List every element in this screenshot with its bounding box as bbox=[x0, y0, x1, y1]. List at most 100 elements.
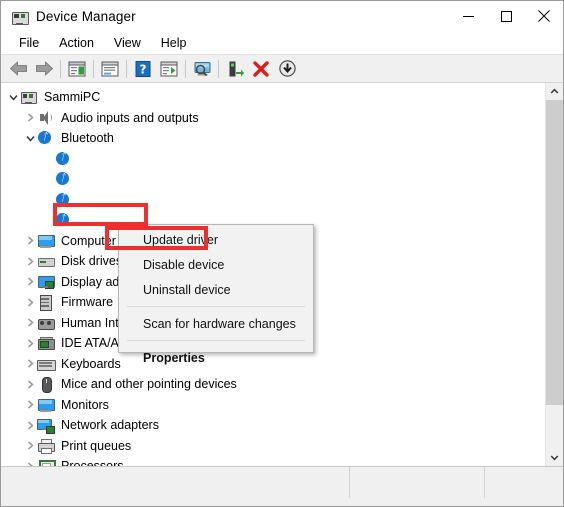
toolbar-separator bbox=[126, 59, 127, 78]
context-menu-item-scan-for-hardware-changes[interactable]: Scan for hardware changes bbox=[119, 311, 313, 336]
context-menu-separator bbox=[127, 340, 305, 341]
properties-button[interactable] bbox=[97, 57, 123, 81]
tree-item-bluetooth-device[interactable]: ᛏ bbox=[1, 149, 546, 170]
toolbar-separator bbox=[218, 59, 219, 78]
context-menu-item-disable-device[interactable]: Disable device bbox=[119, 252, 313, 277]
status-bar-message bbox=[1, 467, 350, 498]
bluetooth-icon: ᛏ bbox=[55, 171, 72, 187]
update-driver-button[interactable] bbox=[222, 57, 248, 81]
menu-bar: File Action View Help bbox=[1, 31, 563, 54]
scroll-up-button[interactable] bbox=[546, 83, 563, 100]
monitor-icon bbox=[37, 397, 55, 413]
toolbar-separator bbox=[60, 59, 61, 78]
scrollbar-track[interactable] bbox=[546, 100, 563, 449]
menu-view[interactable]: View bbox=[105, 34, 150, 52]
menu-help[interactable]: Help bbox=[152, 34, 196, 52]
chevron-right-icon[interactable] bbox=[24, 421, 37, 430]
title-bar: Device Manager bbox=[1, 1, 563, 31]
chevron-right-icon[interactable] bbox=[24, 441, 37, 450]
minimize-button[interactable] bbox=[449, 1, 487, 31]
back-button[interactable] bbox=[5, 57, 31, 81]
chevron-right-icon[interactable] bbox=[24, 257, 37, 266]
chevron-right-icon[interactable] bbox=[24, 318, 37, 327]
tree-item-label: SammiPC bbox=[44, 90, 101, 105]
tree-item-label: Network adapters bbox=[61, 418, 159, 433]
tree-item-bluetooth-device[interactable]: ᛏ bbox=[1, 169, 546, 190]
chevron-right-icon[interactable] bbox=[24, 236, 37, 245]
scroll-down-button[interactable] bbox=[546, 449, 563, 466]
scan-for-hardware-changes-button[interactable] bbox=[189, 57, 215, 81]
status-bar bbox=[1, 466, 563, 498]
speaker-icon bbox=[37, 110, 54, 126]
svg-text:?: ? bbox=[140, 62, 147, 76]
chevron-down-icon[interactable] bbox=[24, 134, 37, 143]
bluetooth-icon: ᛏ bbox=[55, 212, 72, 228]
bluetooth-icon: ᛏ bbox=[55, 151, 72, 167]
tree-item-label: Print queues bbox=[61, 438, 132, 453]
device-manager-window: Device Manager File Action View Help ? S… bbox=[0, 0, 564, 507]
vertical-scrollbar[interactable] bbox=[545, 83, 563, 466]
tree-item-label: Bluetooth bbox=[61, 131, 114, 146]
tree-item-print-queues[interactable]: Print queues bbox=[1, 436, 546, 457]
chevron-right-icon[interactable] bbox=[24, 400, 37, 409]
show-hide-action-pane-button[interactable] bbox=[156, 57, 182, 81]
tree-item-label: Computer bbox=[61, 233, 116, 248]
scrollbar-thumb[interactable] bbox=[546, 100, 563, 405]
tree-item-audio-inputs-and-outputs[interactable]: Audio inputs and outputs bbox=[1, 108, 546, 129]
status-bar-section-3 bbox=[485, 467, 563, 498]
forward-button[interactable] bbox=[31, 57, 57, 81]
show-hide-console-tree-button[interactable] bbox=[64, 57, 90, 81]
disk-icon bbox=[37, 253, 55, 269]
tree-item-bluetooth-device[interactable]: ᛏ bbox=[1, 190, 546, 211]
hid-icon bbox=[37, 315, 55, 331]
help-button[interactable]: ? bbox=[130, 57, 156, 81]
tree-item-bluetooth[interactable]: ᛏ Bluetooth bbox=[1, 128, 546, 149]
tree-item-sammipc[interactable]: SammiPC bbox=[1, 87, 546, 108]
monitor-icon bbox=[37, 233, 55, 249]
menu-file[interactable]: File bbox=[10, 34, 48, 52]
tree-item-label: Audio inputs and outputs bbox=[61, 110, 199, 125]
context-menu-item-properties[interactable]: Properties bbox=[119, 345, 313, 370]
close-button[interactable] bbox=[525, 1, 563, 31]
toolbar-separator bbox=[185, 59, 186, 78]
chevron-down-icon[interactable] bbox=[7, 93, 20, 102]
printer-icon bbox=[37, 438, 55, 454]
chevron-right-icon[interactable] bbox=[24, 462, 37, 466]
tree-item-monitors[interactable]: Monitors bbox=[1, 395, 546, 416]
computer-icon bbox=[11, 8, 29, 25]
bluetooth-icon: ᛏ bbox=[37, 130, 54, 146]
maximize-button[interactable] bbox=[487, 1, 525, 31]
tree-item-network-adapters[interactable]: Network adapters bbox=[1, 415, 546, 436]
display-adapter-icon bbox=[37, 274, 55, 290]
chevron-right-icon[interactable] bbox=[24, 298, 37, 307]
bluetooth-icon: ᛏ bbox=[55, 192, 72, 208]
chevron-right-icon[interactable] bbox=[24, 359, 37, 368]
context-menu-item-update-driver[interactable]: Update driver bbox=[119, 227, 313, 252]
window-controls bbox=[449, 1, 563, 31]
ide-controller-icon bbox=[37, 335, 55, 351]
context-menu-item-uninstall-device[interactable]: Uninstall device bbox=[119, 277, 313, 302]
chevron-right-icon[interactable] bbox=[24, 380, 37, 389]
tree-item-label: Firmware bbox=[61, 295, 114, 310]
tree-item-label: Monitors bbox=[61, 397, 109, 412]
tree-item-label: Mice and other pointing devices bbox=[61, 377, 237, 392]
context-menu-separator bbox=[127, 306, 305, 307]
window-title: Device Manager bbox=[36, 8, 136, 24]
status-bar-section-2 bbox=[350, 467, 485, 498]
chevron-right-icon[interactable] bbox=[24, 339, 37, 348]
processor-icon bbox=[37, 458, 56, 466]
disable-device-button[interactable] bbox=[274, 57, 300, 81]
uninstall-device-button[interactable] bbox=[248, 57, 274, 81]
tree-item-mice-and-other-pointing-devices[interactable]: Mice and other pointing devices bbox=[1, 374, 546, 395]
tree-item-label: Processors bbox=[59, 459, 126, 466]
mouse-icon bbox=[37, 376, 54, 394]
chevron-right-icon[interactable] bbox=[24, 113, 37, 122]
firmware-icon bbox=[37, 294, 54, 312]
keyboard-icon bbox=[37, 356, 56, 372]
device-tree-pane: SammiPC Audio inputs and outputs ᛏ Bluet… bbox=[1, 83, 563, 466]
computer-icon bbox=[20, 89, 37, 105]
chevron-right-icon[interactable] bbox=[24, 277, 37, 286]
tree-item-label: Keyboards bbox=[61, 356, 121, 371]
menu-action[interactable]: Action bbox=[50, 34, 103, 52]
tree-item-processors[interactable]: Processors bbox=[1, 456, 546, 466]
